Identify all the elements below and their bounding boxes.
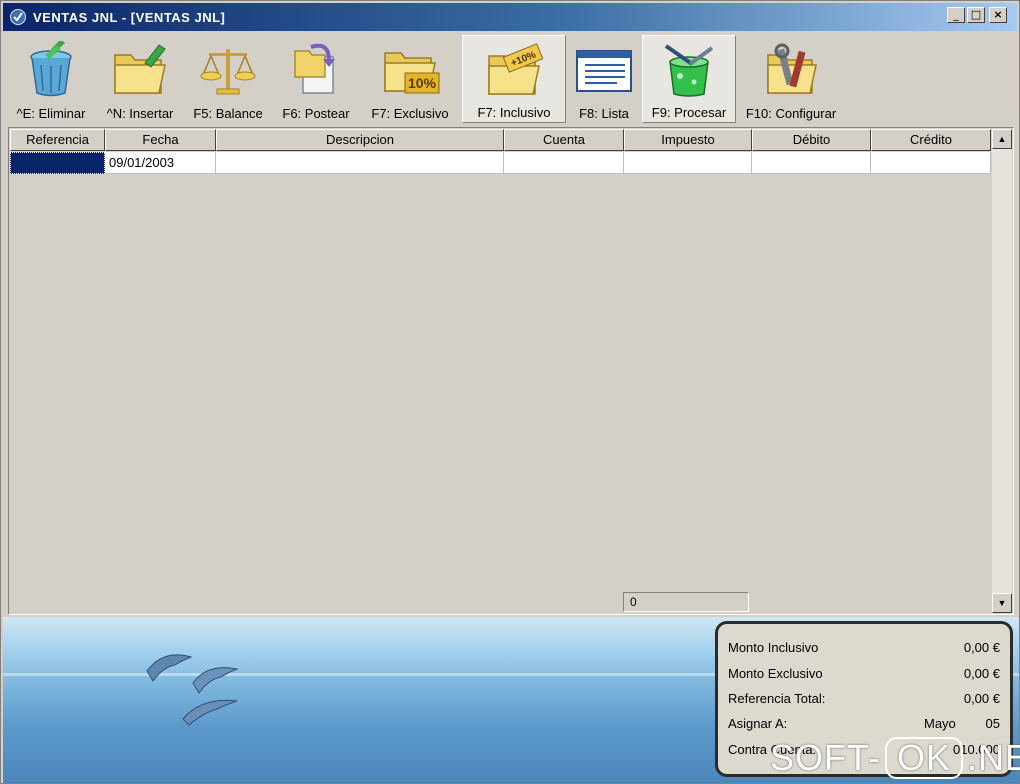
asignar-day[interactable]: 05 xyxy=(986,716,1000,731)
cell-referencia[interactable] xyxy=(10,152,105,174)
eliminar-label: ^E: Eliminar xyxy=(16,106,86,121)
configurar-label: F10: Configurar xyxy=(745,106,837,121)
postear-button[interactable]: F6: Postear xyxy=(273,35,359,123)
procesar-label: F9: Procesar xyxy=(651,105,727,120)
main-window: VENTAS JNL - [VENTAS JNL] _ □ × ^E: Elim… xyxy=(0,0,1020,784)
inclusivo-label: F7: Inclusivo xyxy=(477,105,551,120)
folder-add-icon xyxy=(114,44,166,94)
referencia-total-value: 0,00 € xyxy=(963,691,1000,706)
monto-inclusivo-row: Monto Inclusivo 0,00 € xyxy=(728,638,1000,660)
cell-cuenta[interactable] xyxy=(504,152,624,174)
exclusivo-label: F7: Exclusivo xyxy=(371,106,449,121)
dolphins-image xyxy=(146,654,239,726)
balance-button[interactable]: F5: Balance xyxy=(185,35,271,123)
window-title: VENTAS JNL - [VENTAS JNL] xyxy=(33,9,226,25)
scroll-up-button[interactable]: ▲ xyxy=(992,129,1012,149)
cell-descripcion[interactable] xyxy=(216,152,504,174)
cell-fecha[interactable]: 09/01/2003 xyxy=(105,152,216,174)
exclusivo-button[interactable]: 10% F7: Exclusivo xyxy=(361,35,459,123)
trash-icon xyxy=(30,41,72,97)
cell-impuesto[interactable] xyxy=(624,152,752,174)
toolbar: ^E: Eliminar ^N: Insertar F5: Balance F6… xyxy=(7,35,1015,123)
vertical-scrollbar[interactable]: ▲ ▼ xyxy=(992,129,1012,613)
monto-inclusivo-value: 0,00 € xyxy=(963,640,1000,655)
monto-exclusivo-label: Monto Exclusivo xyxy=(728,666,823,681)
insertar-button[interactable]: ^N: Insertar xyxy=(97,35,183,123)
referencia-total-row: Referencia Total: 0,00 € xyxy=(728,689,1000,711)
minimize-icon: _ xyxy=(953,8,959,21)
exclusivo-badge: 10% xyxy=(408,75,437,91)
scroll-down-button[interactable]: ▼ xyxy=(992,593,1012,613)
inclusivo-button[interactable]: +10% F7: Inclusivo xyxy=(462,35,566,123)
cell-credito[interactable] xyxy=(871,152,991,174)
col-header-credito[interactable]: Crédito xyxy=(871,129,991,151)
minimize-button[interactable]: _ xyxy=(947,7,965,23)
list-window-icon xyxy=(576,50,632,92)
monto-inclusivo-label: Monto Inclusivo xyxy=(728,640,819,655)
watermark-ok: OK xyxy=(885,737,964,779)
close-icon: × xyxy=(993,8,1003,21)
folder-tag-icon: +10% xyxy=(488,43,544,95)
insertar-label: ^N: Insertar xyxy=(106,106,174,121)
journal-grid[interactable]: Referencia Fecha Descripcion Cuenta Impu… xyxy=(8,127,1014,615)
col-header-impuesto[interactable]: Impuesto xyxy=(624,129,752,151)
asignar-month[interactable]: Mayo xyxy=(924,716,956,731)
record-counter: 0 xyxy=(623,592,749,612)
tools-folder-icon xyxy=(767,43,817,94)
app-icon xyxy=(10,9,26,25)
process-beaker-icon xyxy=(664,44,714,97)
monto-exclusivo-value: 0,00 € xyxy=(963,666,1000,681)
arrow-down-icon: ▼ xyxy=(997,598,1007,608)
balance-scale-icon xyxy=(200,49,256,95)
configurar-button[interactable]: F10: Configurar xyxy=(738,35,844,123)
folder-percent-icon: 10% xyxy=(384,52,440,94)
lista-button[interactable]: F8: Lista xyxy=(568,35,640,123)
cell-debito[interactable] xyxy=(752,152,871,174)
maximize-button[interactable]: □ xyxy=(967,7,985,23)
postear-label: F6: Postear xyxy=(282,106,350,121)
col-header-referencia[interactable]: Referencia xyxy=(10,129,105,151)
procesar-button[interactable]: F9: Procesar xyxy=(642,35,736,123)
asignar-label: Asignar A: xyxy=(728,716,788,731)
watermark: SOFT- OK .NET xyxy=(770,736,1020,780)
title-bar[interactable]: VENTAS JNL - [VENTAS JNL] xyxy=(3,3,1017,31)
balance-label: F5: Balance xyxy=(193,106,263,121)
col-header-cuenta[interactable]: Cuenta xyxy=(504,129,624,151)
col-header-fecha[interactable]: Fecha xyxy=(105,129,216,151)
eliminar-button[interactable]: ^E: Eliminar xyxy=(7,35,95,123)
col-header-debito[interactable]: Débito xyxy=(752,129,871,151)
col-header-descripcion[interactable]: Descripcion xyxy=(216,129,504,151)
close-button[interactable]: × xyxy=(989,7,1007,23)
lista-label: F8: Lista xyxy=(579,106,629,121)
asignar-row: Asignar A: Mayo 05 xyxy=(728,714,1000,736)
watermark-left: SOFT- xyxy=(770,737,881,778)
watermark-right: .NET xyxy=(967,737,1020,778)
referencia-total-label: Referencia Total: xyxy=(728,691,826,706)
monto-exclusivo-row: Monto Exclusivo 0,00 € xyxy=(728,664,1000,686)
arrow-up-icon: ▲ xyxy=(997,134,1007,144)
post-document-icon xyxy=(294,43,335,94)
maximize-icon: □ xyxy=(970,8,982,21)
